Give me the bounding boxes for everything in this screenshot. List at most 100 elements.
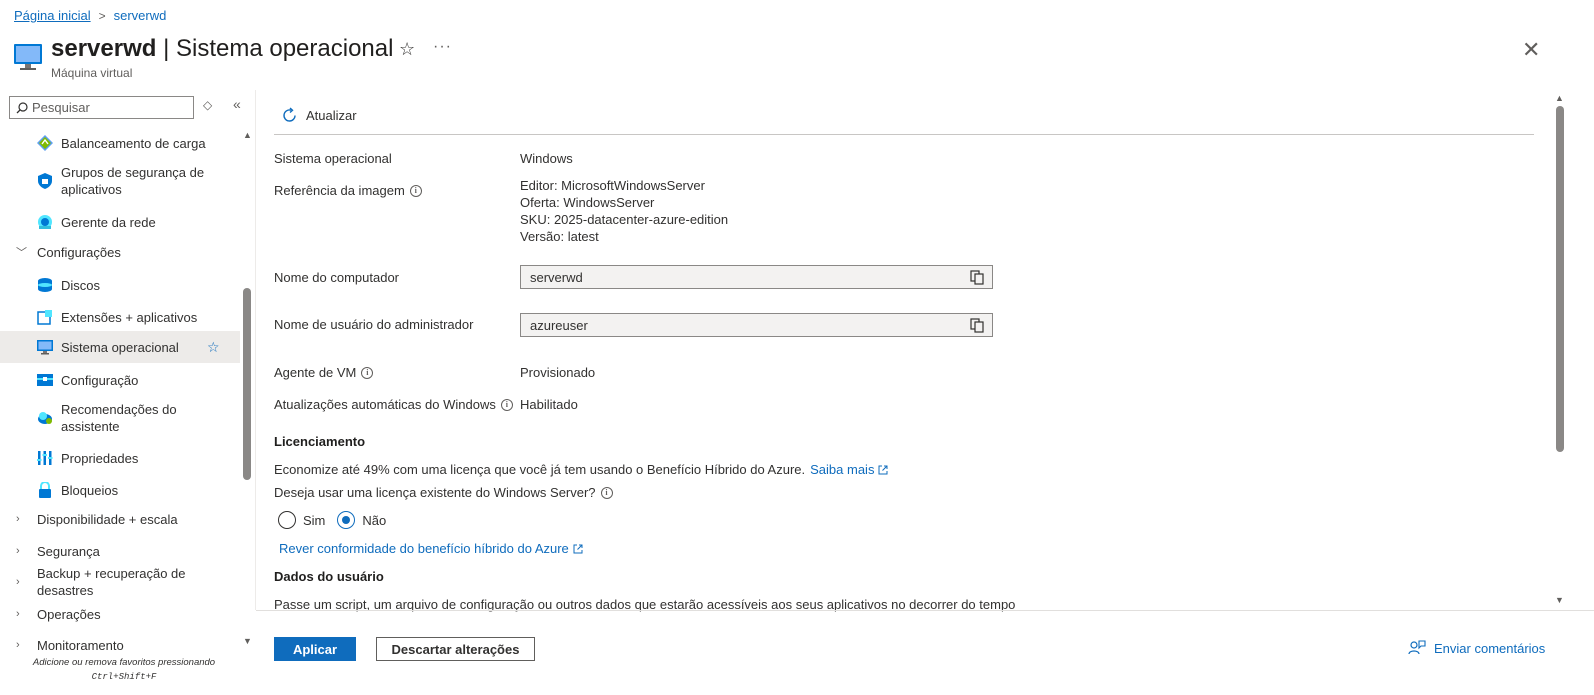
sidebar-group-settings[interactable]: ﹀ Configurações [0, 243, 240, 261]
apply-button[interactable]: Aplicar [274, 637, 356, 661]
sidebar-search[interactable] [9, 96, 194, 119]
close-icon[interactable]: ✕ [1522, 37, 1540, 63]
sidebar-item-disks[interactable]: Discos [0, 276, 240, 294]
sidebar-item-label: Balanceamento de carga [61, 135, 206, 151]
image-ref-label: Referência da imagem i [274, 183, 422, 198]
sidebar-scrollbar[interactable] [243, 288, 251, 480]
sidebar-item-label: Propriedades [61, 450, 139, 466]
license-question: Deseja usar uma licença existente do Win… [274, 485, 613, 500]
sidebar-group-backup[interactable]: › Backup + recuperação de desastres [0, 566, 240, 598]
search-input[interactable] [32, 100, 182, 115]
sidebar-item-label: Gerente da rede [61, 214, 156, 230]
page-subtitle: Máquina virtual [51, 66, 133, 80]
chevron-right-icon: › [16, 545, 20, 557]
main-scroll-down-icon[interactable]: ▼ [1555, 595, 1564, 605]
favorites-hint-text: Adicione ou remova favoritos pressionand… [32, 657, 216, 668]
breadcrumb-current-link[interactable]: serverwd [114, 8, 167, 23]
licensing-text: Economize até 49% com uma licença que vo… [274, 462, 888, 477]
info-icon[interactable]: i [361, 366, 374, 379]
collapse-sidebar-icon[interactable]: « [233, 96, 241, 112]
admin-user-label: Nome de usuário do administrador [274, 317, 474, 332]
admin-user-field[interactable]: azureuser [520, 313, 993, 337]
sidebar-item-advisor-recommendations[interactable]: Recomendações do assistente [0, 401, 240, 435]
favorite-star-icon[interactable]: ☆ [399, 39, 415, 60]
search-icon [16, 101, 28, 113]
refresh-button[interactable]: Atualizar [281, 107, 357, 124]
copy-icon[interactable] [970, 318, 985, 333]
sidebar-group-monitoring[interactable]: › Monitoramento [0, 636, 240, 654]
breadcrumb-home-link[interactable]: Página inicial [14, 8, 91, 23]
info-icon[interactable]: i [409, 184, 422, 197]
sidebar-group-label: Configurações [37, 244, 121, 260]
vm-agent-value: Provisionado [520, 365, 596, 380]
sidebar-group-label: Backup + recuperação de desastres [37, 566, 186, 598]
sidebar-scroll-down-icon[interactable]: ▼ [243, 636, 252, 646]
sidebar-item-extensions[interactable]: Extensões + aplicativos [0, 308, 240, 326]
lock-icon [39, 482, 51, 498]
info-icon[interactable]: i [500, 398, 513, 411]
license-radio-group: Sim Não [278, 511, 386, 529]
configuration-icon [37, 374, 53, 386]
sidebar-nav: Balanceamento de carga Grupos de seguran… [0, 128, 240, 668]
external-link-icon [573, 544, 583, 554]
computer-name-value: serverwd [530, 269, 583, 285]
virtual-machine-icon [14, 44, 42, 70]
radio-no[interactable] [337, 511, 356, 529]
sidebar-item-label: Recomendações do assistente [61, 402, 177, 434]
sidebar-item-label: Bloqueios [61, 482, 119, 498]
review-compliance-row: Rever conformidade do benefício híbrido … [279, 541, 583, 556]
sidebar-item-locks[interactable]: Bloqueios [0, 481, 240, 499]
auto-updates-value: Habilitado [520, 397, 578, 412]
more-options-icon[interactable]: ··· [433, 38, 452, 56]
sidebar-item-label: Sistema operacional [61, 339, 179, 355]
sidebar-item-label: Extensões + aplicativos [61, 309, 198, 325]
sidebar-group-label: Operações [37, 606, 101, 622]
refresh-label: Atualizar [306, 108, 357, 123]
sidebar-group-security[interactable]: › Segurança [0, 542, 240, 560]
sidebar-scroll-up-icon[interactable]: ▲ [243, 130, 252, 140]
advisor-cloud-icon [38, 412, 52, 424]
sidebar-item-network-manager[interactable]: Gerente da rede [0, 213, 240, 231]
info-icon[interactable]: i [600, 486, 613, 499]
load-balancer-icon [37, 135, 53, 151]
network-manager-icon [38, 215, 52, 229]
copy-icon[interactable] [970, 270, 985, 285]
sidebar-item-operating-system[interactable]: Sistema operacional ☆ [0, 331, 240, 363]
learn-more-link[interactable]: Saiba mais [810, 462, 888, 477]
footer-divider [256, 610, 1594, 611]
toolbar-divider [274, 134, 1534, 135]
user-data-heading: Dados do usuário [274, 569, 384, 584]
sidebar-item-app-security-groups[interactable]: Grupos de segurança de aplicativos [0, 164, 240, 198]
sidebar-item-configuration[interactable]: Configuração [0, 371, 240, 389]
extensions-icon [37, 310, 52, 325]
filter-toggle-icon[interactable]: ◇ [203, 98, 212, 112]
sidebar-group-availability[interactable]: › Disponibilidade + escala [0, 510, 240, 528]
page-title: serverwd | Sistema operacional [51, 35, 393, 63]
main-scrollbar[interactable] [1556, 106, 1564, 452]
discard-button[interactable]: Descartar alterações [376, 637, 535, 661]
sidebar-item-load-balancing[interactable]: Balanceamento de carga [0, 134, 240, 152]
sidebar-item-label: Configuração [61, 372, 139, 388]
image-offer: Oferta: WindowsServer [520, 195, 655, 210]
favorite-star-icon[interactable]: ☆ [207, 339, 220, 356]
send-feedback-button[interactable]: Enviar comentários [1408, 640, 1545, 656]
chevron-right-icon: › [16, 576, 20, 588]
computer-name-field[interactable]: serverwd [520, 265, 993, 289]
os-label: Sistema operacional [274, 151, 392, 166]
radio-no-label: Não [362, 512, 387, 528]
chevron-right-icon: › [16, 639, 20, 651]
sidebar-divider [255, 90, 256, 610]
breadcrumb: Página inicial > serverwd [14, 8, 166, 23]
chevron-down-icon: ﹀ [16, 247, 27, 259]
radio-yes[interactable] [278, 511, 296, 529]
properties-icon [37, 451, 53, 465]
sidebar-group-operations[interactable]: › Operações [0, 605, 240, 623]
auto-updates-label: Atualizações automáticas do Windows i [274, 397, 513, 412]
review-compliance-link[interactable]: Rever conformidade do benefício híbrido … [279, 541, 583, 556]
sidebar-item-properties[interactable]: Propriedades [0, 449, 240, 467]
image-ref-value: Editor: MicrosoftWindowsServer Oferta: W… [520, 177, 728, 245]
main-scroll-up-icon[interactable]: ▲ [1555, 93, 1564, 103]
breadcrumb-separator: > [98, 8, 106, 23]
chevron-right-icon: › [16, 513, 20, 525]
sidebar-item-label: Discos [61, 277, 101, 293]
